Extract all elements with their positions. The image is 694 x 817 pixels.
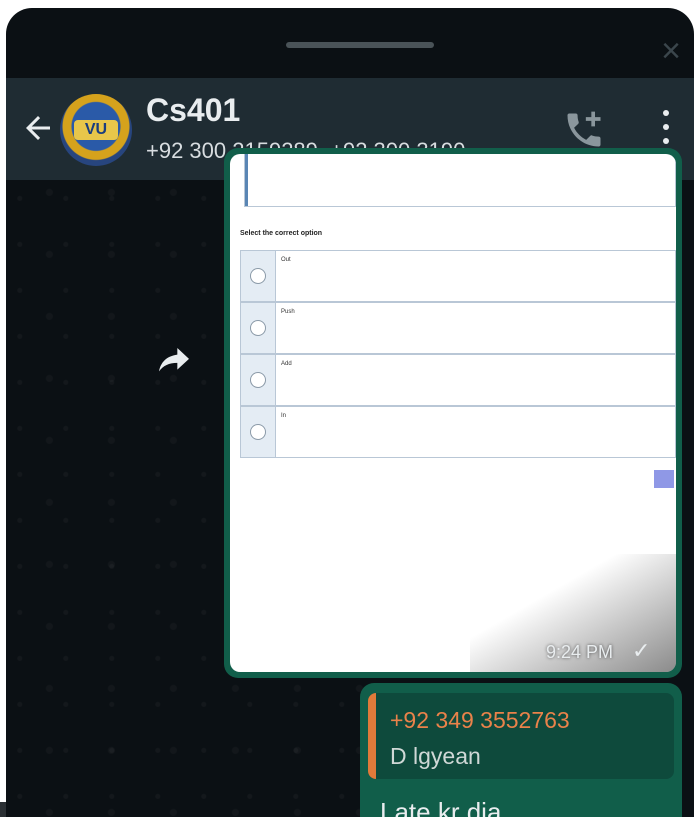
arrow-left-icon[interactable] <box>20 110 56 146</box>
image-option-label: Out <box>281 257 291 263</box>
close-icon[interactable]: × <box>656 34 686 68</box>
background-edge <box>0 802 6 817</box>
image-answer-box <box>244 154 676 207</box>
image-option: Add <box>240 354 676 406</box>
radio-icon <box>250 320 266 336</box>
image-option-label: Add <box>281 361 292 367</box>
image-question-text: Select the correct option <box>240 230 323 237</box>
image-option: Push <box>240 302 676 354</box>
image-message-bubble[interactable]: Select the correct option Out Push Add I… <box>224 148 682 678</box>
quote-accent-bar <box>368 693 376 779</box>
forward-icon[interactable] <box>154 338 194 378</box>
message-text: Late kr dia <box>380 797 502 817</box>
sent-check-icon: ✓ <box>632 638 651 663</box>
group-name[interactable]: Cs401 <box>146 92 240 129</box>
avatar-logo-text: VU <box>74 120 118 140</box>
message-time: 9:24 PM <box>546 642 614 662</box>
radio-icon <box>250 424 266 440</box>
image-next-button <box>654 470 674 488</box>
chat-sheet: × VU Cs401 +92 300 2159289, +92 300 3190… <box>6 8 694 817</box>
image-option: In <box>240 406 676 458</box>
drag-handle[interactable] <box>286 42 434 48</box>
quiz-screenshot-image[interactable]: Select the correct option Out Push Add I… <box>230 154 676 672</box>
more-vert-icon[interactable] <box>658 110 674 150</box>
image-option-label: Push <box>281 309 295 315</box>
group-avatar[interactable]: VU <box>60 94 132 166</box>
radio-icon <box>250 268 266 284</box>
image-option: Out <box>240 250 676 302</box>
radio-icon <box>250 372 266 388</box>
image-option-label: In <box>281 413 287 419</box>
reply-message-bubble[interactable]: +92 349 3552763 D lgyean Late kr dia <box>360 683 682 817</box>
add-call-icon[interactable] <box>562 108 606 152</box>
quoted-text: D lgyean <box>390 743 481 769</box>
quoted-message[interactable]: +92 349 3552763 D lgyean <box>368 693 674 779</box>
quoted-author: +92 349 3552763 <box>390 707 570 733</box>
